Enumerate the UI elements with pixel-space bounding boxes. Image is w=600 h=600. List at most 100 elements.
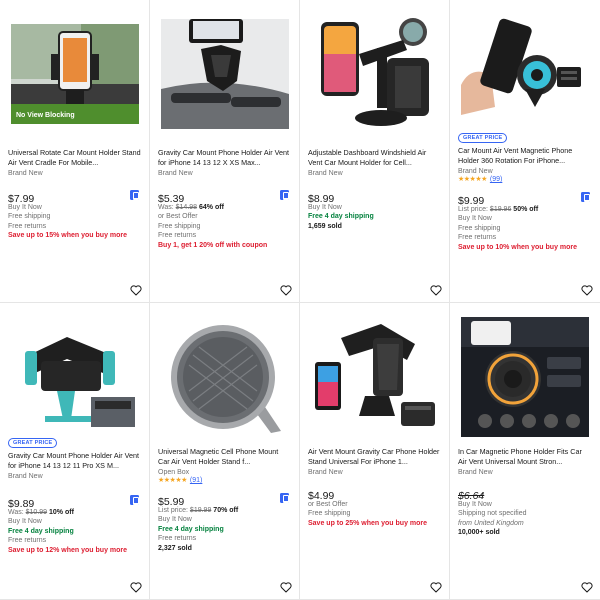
item-title[interactable]: Adjustable Dashboard Windshield Air Vent… [308,148,441,168]
bookmark-icon [130,495,139,505]
item-card[interactable]: Gravity Car Mount Phone Holder Air Vent … [150,0,300,303]
promo-text: Save up to 15% when you buy more [8,232,128,240]
price-row: $9.89 [8,494,141,510]
bookmark-icon [581,192,590,202]
promo-text: Save up to 12% when you buy more [8,546,128,554]
product-image[interactable] [159,14,291,134]
review-count[interactable]: (99) [490,176,502,183]
item-price: $4.99 [308,490,335,502]
great-price-badge: GREAT PRICE [458,133,508,143]
promo-text: Save up to 25% when you buy more [308,519,428,527]
buy-format: Buy It Now [8,518,42,526]
product-image[interactable]: No View Blocking [9,14,141,134]
best-offer-text: or Best Offer [158,213,198,221]
item-card[interactable]: In Car Magnetic Phone Holder Fits Car Ai… [450,303,600,600]
item-title[interactable]: Air Vent Mount Gravity Car Phone Holder … [308,447,441,467]
item-price: $5.99 [158,496,185,508]
returns-text: Free returns [8,537,47,545]
returns-text: Free returns [158,535,197,543]
item-location: from United Kingdom [458,519,524,527]
fast-shipping-text: Free 4 day shipping [158,525,224,533]
item-card[interactable]: Air Vent Mount Gravity Car Phone Holder … [300,303,450,600]
item-title[interactable]: In Car Magnetic Phone Holder Fits Car Ai… [458,447,592,467]
fast-shipping-text: Free 4 day shipping [308,213,374,221]
was-label: Was: [8,509,24,516]
item-title[interactable]: Gravity Car Mount Phone Holder Air Vent … [158,148,291,168]
product-image[interactable] [309,315,441,439]
price-row: $5.99 [158,492,291,508]
item-title[interactable]: Universal Rotate Car Mount Holder Stand … [8,148,141,168]
item-condition: Brand New [308,469,343,476]
shipping-text: Free shipping [458,224,501,232]
item-card[interactable]: No View Blocking Universal Rotate Car Mo… [0,0,150,303]
item-price: $5.39 [158,193,185,205]
product-image[interactable] [309,14,441,134]
fast-shipping-text: Free 4 day shipping [8,527,74,535]
returns-text: Free returns [458,234,497,242]
heart-icon[interactable] [280,582,292,593]
item-price: $9.99 [458,195,485,207]
item-condition: Brand New [8,170,43,177]
product-image[interactable] [9,315,141,431]
discount: 70% off [213,507,239,514]
shipping-text: Free shipping [308,510,351,518]
price-row: $7.99 [8,189,141,205]
great-price-badge: GREAT PRICE [8,438,58,448]
item-condition: Brand New [8,473,43,480]
heart-icon[interactable] [280,285,292,296]
product-image[interactable] [159,315,291,439]
item-title[interactable]: Car Mount Air Vent Magnetic Phone Holder… [458,146,592,166]
item-condition: Brand New [458,469,493,476]
heart-icon[interactable] [130,285,142,296]
star-rating: ★★★★★ [458,176,487,183]
was-label: List price: [458,206,488,213]
review-count[interactable]: (91) [190,477,202,484]
price-row: $6.64 [458,486,592,502]
sold-count: 2,327 sold [158,544,192,552]
price-row: $5.39 [158,189,291,205]
item-card[interactable]: Adjustable Dashboard Windshield Air Vent… [300,0,450,303]
item-condition: Brand New [158,170,193,177]
discount: 10% off [49,509,74,516]
item-price: $7.99 [8,193,35,205]
heart-icon[interactable] [581,582,593,593]
shipping-text: Free shipping [158,222,201,230]
heart-icon[interactable] [581,285,593,296]
promo-text: Buy 1, get 1 20% off with coupon [158,241,268,249]
returns-text: Free returns [8,222,47,230]
item-card[interactable]: Universal Magnetic Cell Phone Mount Car … [150,303,300,600]
item-price: $8.99 [308,193,335,205]
item-title[interactable]: Gravity Car Mount Phone Holder Air Vent … [8,451,141,471]
item-price: $9.89 [8,498,35,510]
item-card[interactable]: GREAT PRICE Gravity Car Mount Phone Hold… [0,303,150,600]
heart-icon[interactable] [430,582,442,593]
product-image[interactable] [459,14,591,126]
shipping-text: Free shipping [8,213,51,221]
product-image[interactable] [459,315,591,439]
was-price: $14.98 [175,204,198,211]
was-price: $19.96 [489,206,512,213]
was-label: Was: [158,204,174,211]
discount: 50% off [513,206,539,213]
bookmark-icon [130,190,139,200]
returns-text: Free returns [158,232,197,240]
sold-count: 10,000+ sold [458,529,500,537]
heart-icon[interactable] [130,582,142,593]
heart-icon[interactable] [430,285,442,296]
item-card[interactable]: GREAT PRICE Car Mount Air Vent Magnetic … [450,0,600,303]
star-rating: ★★★★★ [158,477,187,484]
item-title[interactable]: Universal Magnetic Cell Phone Mount Car … [158,447,291,467]
discount: 64% off [199,204,224,211]
bookmark-icon [280,190,289,200]
item-price: $6.64 [458,490,485,502]
price-row: $9.99 [458,191,592,207]
buy-format: Buy It Now [158,516,192,524]
was-price: $19.99 [189,507,212,514]
shipping-text: Shipping not specified [458,510,527,518]
image-overlay-text: No View Blocking [16,112,75,119]
item-condition: Open Box [158,469,190,476]
price-row: $4.99 [308,486,441,502]
rating-stars[interactable]: ★★★★★ (91) [158,476,291,486]
was-label: List price: [158,507,188,514]
rating-stars[interactable]: ★★★★★ (99) [458,175,592,185]
